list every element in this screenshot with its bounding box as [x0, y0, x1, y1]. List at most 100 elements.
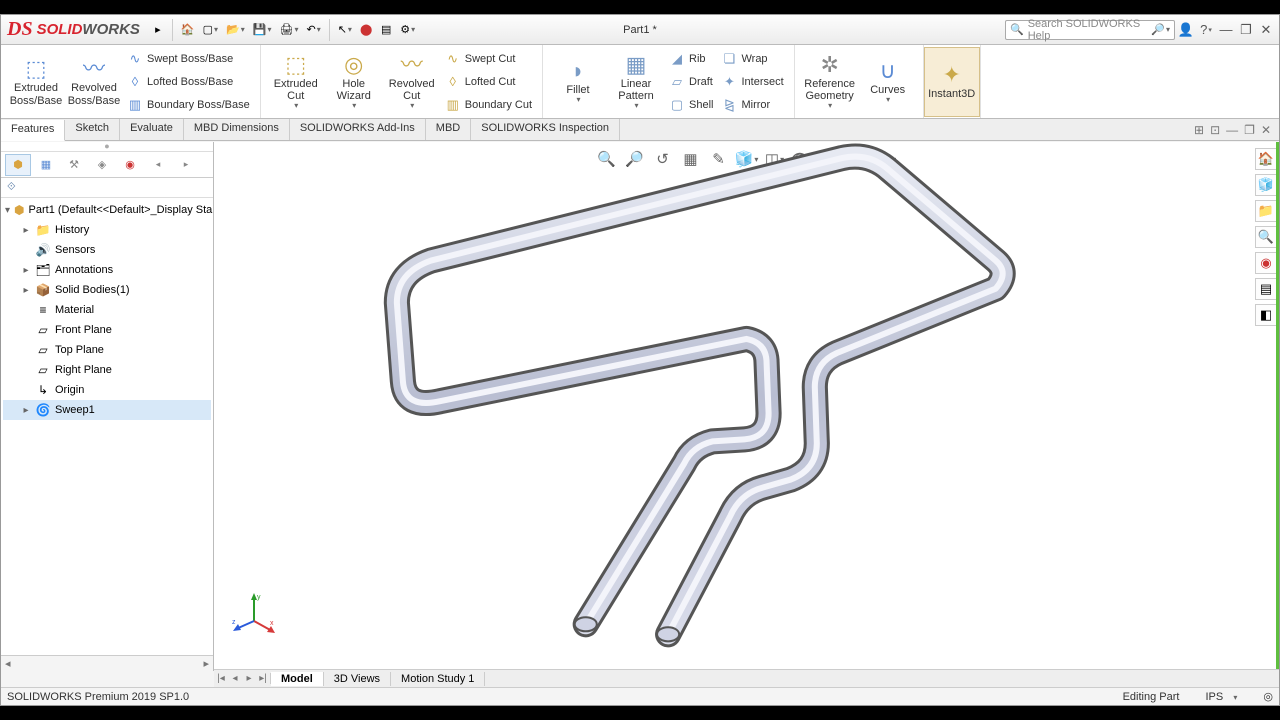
command-tab-mbd[interactable]: MBD [426, 119, 471, 140]
command-tab-sketch[interactable]: Sketch [65, 119, 120, 140]
wrap-button[interactable]: ❏Wrap [717, 48, 787, 70]
select-button[interactable]: ↖▾ [334, 18, 356, 42]
curves-button[interactable]: ∪Curves▾ [859, 47, 917, 117]
ds-logo-icon: DS [7, 18, 33, 41]
brand-solid: SOLID [37, 21, 83, 38]
tree-item-front-plane[interactable]: ▱Front Plane [3, 320, 211, 340]
taskpane-home-icon[interactable]: 🏠 [1255, 148, 1277, 170]
tree-overflow-right[interactable]: ▸ [173, 154, 199, 176]
tree-root[interactable]: ▾⬢ Part1 (Default<<Default>_Display Sta [3, 200, 211, 220]
model-view-tabs: |◂◂▸▸| Model3D ViewsMotion Study 1 [214, 669, 1279, 687]
user-button[interactable]: 👤 [1177, 21, 1195, 39]
revolved-boss-button[interactable]: 〰Revolved Boss/Base [65, 47, 123, 117]
shell-button[interactable]: ▢Shell [665, 94, 717, 116]
tree-item-history[interactable]: ▸📁History [3, 220, 211, 240]
open-button[interactable]: 📂▾ [222, 18, 249, 42]
intersect-button[interactable]: ✦Intersect [717, 71, 787, 93]
property-manager-tab[interactable]: ▦ [33, 154, 59, 176]
lofted-cut-button[interactable]: ◊Lofted Cut [441, 71, 536, 93]
undo-button[interactable]: ↶▾ [302, 18, 324, 42]
extruded-boss-button[interactable]: ⬚Extruded Boss/Base [7, 47, 65, 117]
linear-pattern-button[interactable]: ▦Linear Pattern▾ [607, 47, 665, 117]
taskpane-custom-props-icon[interactable]: ◧ [1255, 304, 1277, 326]
tree-item-top-plane[interactable]: ▱Top Plane [3, 340, 211, 360]
taskpane-view-palette-icon[interactable]: ◉ [1255, 252, 1277, 274]
mirror-button[interactable]: ⧎Mirror [717, 94, 787, 116]
search-go-icon[interactable]: 🔎 [1151, 23, 1165, 36]
tree-item-sensors[interactable]: 🔊Sensors [3, 240, 211, 260]
view-tab-nav[interactable]: |◂◂▸▸| [214, 673, 271, 684]
graphics-viewport[interactable]: 🔍 🔎 ↺ ▦ ✎ 🧊▾ ◫▾ 👁▾ ●▾ ◉▾ ▭▾ [214, 142, 1279, 671]
taskpane-flyout-handle[interactable] [1276, 142, 1279, 671]
taskpane-appearances-icon[interactable]: ▤ [1255, 278, 1277, 300]
command-tab-features[interactable]: Features [1, 120, 65, 141]
help-button[interactable]: ?▾ [1197, 21, 1215, 39]
panel-tile-icon[interactable]: ⊞ [1194, 123, 1204, 137]
close-button[interactable]: ✕ [1257, 21, 1275, 39]
save-button[interactable]: 💾▾ [249, 18, 276, 42]
rebuild-button[interactable]: ⬤ [356, 18, 376, 42]
panel-close-icon[interactable]: ✕ [1261, 123, 1271, 137]
instant3d-button[interactable]: ✦Instant3D [924, 47, 980, 117]
orientation-triad: y x z [232, 591, 276, 635]
panel-minimize-icon[interactable]: — [1226, 123, 1238, 137]
status-extra-icon[interactable]: ◎ [1263, 690, 1273, 703]
configuration-manager-tab[interactable]: ⚒ [61, 154, 87, 176]
menu-dropdown[interactable]: ▸ [148, 18, 168, 42]
taskpane-library-icon[interactable]: 📁 [1255, 200, 1277, 222]
reference-geometry-button[interactable]: ✲Reference Geometry▾ [801, 47, 859, 117]
search-placeholder: Search SOLIDWORKS Help [1028, 18, 1152, 42]
taskpane-explorer-icon[interactable]: 🔍 [1255, 226, 1277, 248]
dimxpert-tab[interactable]: ◈ [89, 154, 115, 176]
fillet-button[interactable]: ◗Fillet▾ [549, 47, 607, 117]
feature-tree-tab[interactable]: ⬢ [5, 154, 31, 176]
restore-button[interactable]: ❐ [1237, 21, 1255, 39]
panel-expand-icon[interactable]: ⊡ [1210, 123, 1220, 137]
view-tab-model[interactable]: Model [271, 672, 324, 686]
command-tab-solidworks-inspection[interactable]: SOLIDWORKS Inspection [471, 119, 620, 140]
command-tab-evaluate[interactable]: Evaluate [120, 119, 184, 140]
panel-restore-icon[interactable]: ❐ [1244, 123, 1255, 137]
command-tab-solidworks-add-ins[interactable]: SOLIDWORKS Add-Ins [290, 119, 426, 140]
feature-tree[interactable]: ▾⬢ Part1 (Default<<Default>_Display Sta … [1, 198, 213, 655]
options-list-button[interactable]: ▤ [376, 18, 396, 42]
brand-works: WORKS [82, 21, 140, 38]
tree-item-annotations[interactable]: ▸🗂Annotations [3, 260, 211, 280]
tree-item-origin[interactable]: ↳Origin [3, 380, 211, 400]
document-title: Part1 * [623, 24, 657, 36]
hole-wizard-button[interactable]: ◎Hole Wizard▾ [325, 47, 383, 117]
new-button[interactable]: ▢▾ [199, 18, 222, 42]
view-tab-3d-views[interactable]: 3D Views [324, 672, 391, 686]
rib-button[interactable]: ◢Rib [665, 48, 717, 70]
home-button[interactable]: 🏠 [177, 18, 199, 42]
boundary-boss-button[interactable]: ▥Boundary Boss/Base [123, 94, 254, 116]
tree-filter-icon[interactable]: ⟐ [1, 178, 213, 198]
minimize-button[interactable]: — [1217, 21, 1235, 39]
view-tab-motion-study-1[interactable]: Motion Study 1 [391, 672, 485, 686]
tree-h-scrollbar[interactable]: ◂▸ [1, 655, 213, 671]
display-manager-tab[interactable]: ◉ [117, 154, 143, 176]
print-button[interactable]: 🖨▾ [275, 18, 302, 42]
svg-text:y: y [257, 594, 261, 601]
tree-item-material-not-specified-[interactable]: ≡Material [3, 300, 211, 320]
tree-item-right-plane[interactable]: ▱Right Plane [3, 360, 211, 380]
taskpane-resources-icon[interactable]: 🧊 [1255, 174, 1277, 196]
swept-boss-button[interactable]: ∿Swept Boss/Base [123, 48, 254, 70]
swept-cut-button[interactable]: ∿Swept Cut [441, 48, 536, 70]
tree-item-solid-bodies-1-[interactable]: ▸📦Solid Bodies(1) [3, 280, 211, 300]
status-units[interactable]: IPS ▾ [1205, 691, 1237, 703]
extruded-cut-button[interactable]: ⬚Extruded Cut▾ [267, 47, 325, 117]
lofted-boss-button[interactable]: ◊Lofted Boss/Base [123, 71, 254, 93]
tree-overflow-left[interactable]: ◂ [145, 154, 171, 176]
revolved-cut-button[interactable]: 〰Revolved Cut▾ [383, 47, 441, 117]
settings-button[interactable]: ⚙▾ [396, 18, 419, 42]
tree-item-label: Right Plane [55, 364, 112, 376]
draft-button[interactable]: ▱Draft [665, 71, 717, 93]
tree-item-sweep1[interactable]: ▸🌀Sweep1 [3, 400, 211, 420]
search-icon: 🔍 [1010, 23, 1024, 36]
help-search-input[interactable]: 🔍 Search SOLIDWORKS Help 🔎 ▾ [1005, 20, 1175, 40]
boundary-cut-button[interactable]: ▥Boundary Cut [441, 94, 536, 116]
tree-item-label: Top Plane [55, 344, 104, 356]
command-tab-mbd-dimensions[interactable]: MBD Dimensions [184, 119, 290, 140]
model-graphic [214, 142, 1279, 664]
